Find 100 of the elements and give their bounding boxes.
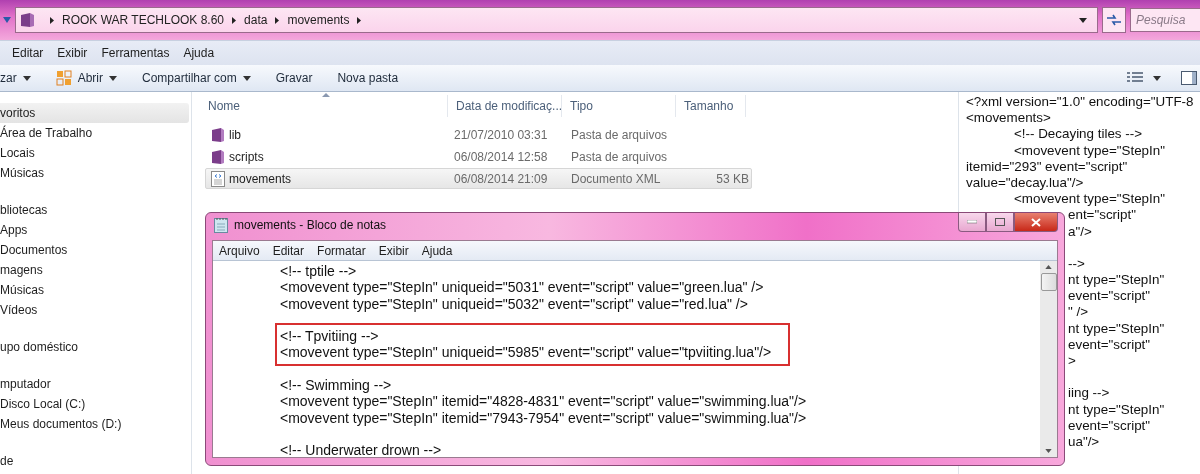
- caret-icon[interactable]: [1153, 75, 1161, 81]
- type-cell-text: Documento XML: [570, 171, 662, 186]
- preview-pane-icon[interactable]: [1181, 71, 1197, 85]
- sidebar-item[interactable]: mputador: [0, 374, 189, 394]
- folder-icon: [211, 126, 225, 143]
- toolbar-button[interactable]: Compartilhar com: [130, 67, 264, 89]
- sidebar-item[interactable]: magens: [0, 260, 189, 280]
- menu-item[interactable]: Exibir: [57, 46, 88, 60]
- scrollbar-thumb[interactable]: [1040, 273, 1057, 291]
- file-name: lib: [229, 127, 241, 142]
- sidebar-item[interactable]: de: [0, 451, 189, 471]
- caret-icon: [22, 75, 31, 81]
- code-line: <movevent type="StepIn" uniqueid="5985" event="script" value="tpviiting.lua"/>: [280, 344, 773, 361]
- date-cell-text: 06/08/2014 21:09: [453, 171, 549, 186]
- breadcrumb-item[interactable]: data: [244, 13, 268, 27]
- preview-text-line: a"/>: [1068, 223, 1092, 240]
- refresh-button[interactable]: [1102, 7, 1126, 33]
- minimize-icon: [967, 220, 977, 224]
- preview-text-line: ua"/>: [1068, 433, 1100, 451]
- preview-text-line: itemid="293" event="script": [966, 158, 1128, 175]
- preview-text-line: iing -->: [1068, 385, 1110, 402]
- menu-item[interactable]: Editar: [12, 46, 44, 60]
- caret-icon: [109, 75, 117, 81]
- sidebar-item[interactable]: Locais: [0, 143, 189, 163]
- type-cell-text: Pasta de arquivos: [570, 127, 669, 142]
- preview-text-line: ent="script": [1068, 207, 1136, 224]
- size-cell: 53 KB: [716, 171, 749, 186]
- window-title: movements - Bloco de notas: [234, 218, 387, 232]
- menu-item[interactable]: Ajuda: [183, 46, 215, 60]
- column-header[interactable]: Tipo: [562, 95, 676, 117]
- scrollbar[interactable]: [1040, 261, 1057, 457]
- xml-file-icon: [211, 170, 225, 187]
- maximize-icon: [995, 218, 1005, 226]
- file-row[interactable]: movements 06/08/2014 21:09 Documento XML 53 KB: [205, 168, 752, 189]
- close-button[interactable]: [1014, 213, 1058, 232]
- breadcrumb-item[interactable]: movements: [287, 13, 350, 27]
- menu-item[interactable]: Exibir: [378, 243, 409, 258]
- dropdown-arrow-icon[interactable]: [1079, 17, 1087, 23]
- type-cell-text: Pasta de arquivos: [570, 149, 669, 164]
- menu-item[interactable]: Arquivo: [219, 243, 260, 258]
- code-line: <movevent type="StepIn" itemid="4828-4831" event="script" value="swimming.lua"/>: [280, 393, 808, 410]
- code-line: <movevent type="StepIn" uniqueid="5031" event="script" value="green.lua" />: [280, 279, 765, 296]
- sidebar-item[interactable]: Meus documentos (D:): [0, 414, 189, 434]
- code-line: <!-- Swimming -->: [280, 377, 393, 394]
- menu-item[interactable]: Ferramentas: [101, 46, 170, 60]
- address-bar[interactable]: ROOK WAR TECHLOOK 8.60 data movements: [15, 7, 1098, 33]
- code-line: <movevent type="StepIn" uniqueid="5032" event="script" value="red.lua" />: [280, 295, 749, 312]
- column-header[interactable]: Tamanho: [676, 95, 746, 117]
- sidebar-item[interactable]: Documentos: [0, 240, 189, 260]
- file-row[interactable]: lib 21/07/2010 03:31 Pasta de arquivos: [205, 124, 752, 145]
- file-name: movements: [229, 171, 292, 186]
- search-field[interactable]: Pesquisa: [1130, 8, 1200, 32]
- scroll-up-arrow-icon[interactable]: [1045, 265, 1052, 269]
- column-header[interactable]: Data de modificaç...: [448, 95, 562, 117]
- preview-text-line: event="script": [1068, 417, 1151, 434]
- maximize-button[interactable]: [986, 213, 1014, 232]
- view-options-icon[interactable]: [1127, 72, 1143, 84]
- breadcrumb-item[interactable]: ROOK WAR TECHLOOK 8.60: [62, 13, 225, 27]
- sidebar-item[interactable]: voritos: [0, 103, 189, 123]
- open-icon: [55, 70, 72, 86]
- preview-text-line: <movevent type="StepIn": [1014, 142, 1165, 159]
- minimize-button[interactable]: [958, 213, 986, 232]
- sidebar-item[interactable]: Apps: [0, 220, 189, 240]
- chevron-icon[interactable]: [50, 16, 54, 24]
- notepad-icon: [214, 217, 228, 233]
- toolbar-button[interactable]: Gravar: [263, 67, 326, 89]
- menu-item[interactable]: Editar: [272, 243, 305, 258]
- file-name: scripts: [229, 149, 264, 164]
- chevron-icon[interactable]: [357, 16, 362, 24]
- sidebar-item[interactable]: Disco Local (C:): [0, 394, 189, 414]
- code-line: <!-- Tpvitiing -->: [280, 328, 380, 345]
- chevron-icon[interactable]: [275, 16, 280, 24]
- folder-icon: [211, 148, 225, 165]
- toolbar-button[interactable]: Abrir: [43, 67, 130, 89]
- preview-text-line: nt type="StepIn": [1068, 320, 1165, 337]
- preview-text-line: value="decay.lua"/>: [966, 174, 1084, 192]
- sidebar-item[interactable]: Músicas: [0, 280, 189, 300]
- close-icon: [1031, 217, 1041, 227]
- toolbar-button[interactable]: zar: [0, 67, 44, 89]
- preview-text-line: <!-- Decaying tiles -->: [1014, 126, 1142, 143]
- sidebar-item[interactable]: upo doméstico: [0, 337, 189, 357]
- preview-text-line: event="script": [1068, 336, 1151, 353]
- toolbar-button[interactable]: Nova pasta: [325, 67, 412, 89]
- menu-item[interactable]: Ajuda: [421, 243, 453, 258]
- sidebar-item[interactable]: Músicas: [0, 163, 189, 183]
- preview-text-line: <movements>: [966, 110, 1051, 127]
- caret-icon: [242, 75, 251, 81]
- preview-text-line: " />: [1068, 304, 1088, 321]
- folder-icon: [20, 12, 36, 28]
- sidebar-item[interactable]: Área de Trabalho: [0, 123, 189, 143]
- code-line: <!-- Underwater drown -->: [280, 442, 443, 457]
- sidebar-item[interactable]: Vídeos: [0, 300, 189, 320]
- file-row[interactable]: scripts 06/08/2014 12:58 Pasta de arquivos: [205, 146, 752, 167]
- preview-text-line: event="script": [1068, 288, 1151, 305]
- menu-item[interactable]: Formatar: [317, 243, 366, 258]
- sidebar-item[interactable]: bliotecas: [0, 200, 189, 220]
- code-line: <movevent type="StepIn" itemid="7943-7954" event="script" value="swimming.lua"/>: [280, 409, 808, 426]
- scroll-down-arrow-icon[interactable]: [1045, 449, 1052, 453]
- preview-text-line: >: [1068, 353, 1076, 370]
- chevron-icon[interactable]: [232, 16, 237, 24]
